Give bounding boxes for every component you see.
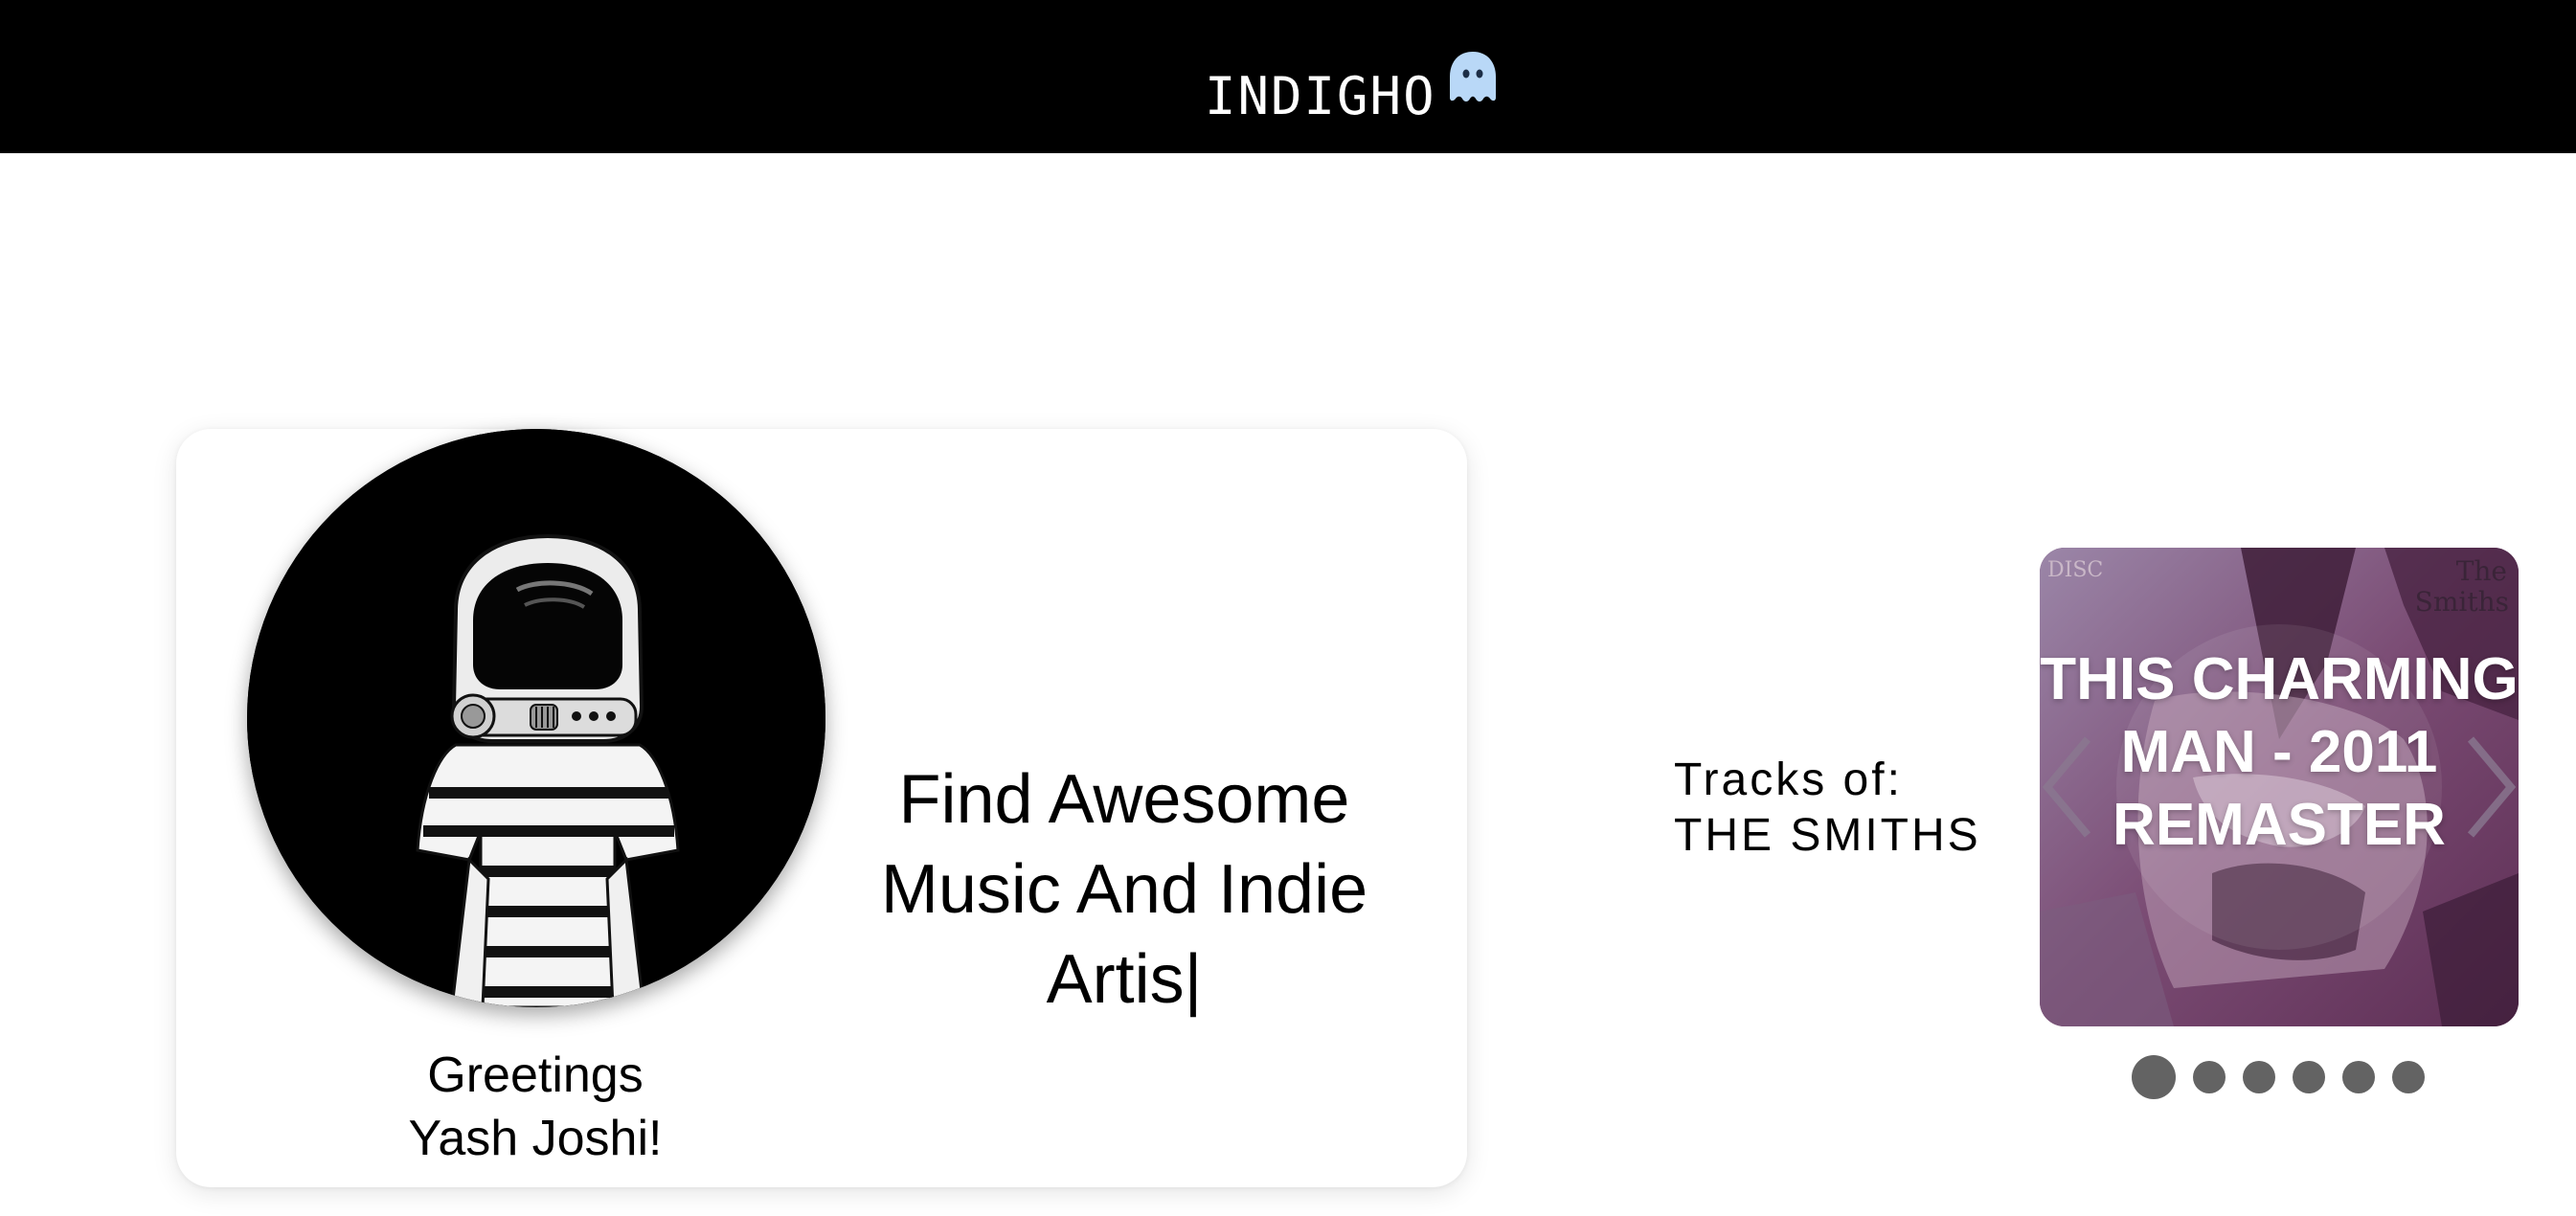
- carousel-pagination: [2132, 1055, 2425, 1099]
- hero-card: Greetings Yash Joshi! Find Awesome Music…: [176, 429, 1467, 1187]
- carousel-dot-5[interactable]: [2342, 1061, 2375, 1093]
- ghost-icon: [1449, 52, 1496, 101]
- tracks-label-prefix: Tracks of:: [1674, 754, 1903, 805]
- top-navbar: INDIGHO: [0, 0, 2576, 153]
- track-carousel[interactable]: DISC The Smiths THIS CHARMING MAN - 2011…: [2040, 548, 2519, 1026]
- astronaut-avatar: [247, 429, 825, 1007]
- hero-tagline: Find Awesome Music And Indie Artis|: [880, 761, 1368, 1018]
- carousel-dot-3[interactable]: [2243, 1061, 2275, 1093]
- track-title[interactable]: THIS CHARMING MAN - 2011 REMASTER: [2040, 643, 2519, 862]
- carousel-dot-1[interactable]: [2132, 1055, 2176, 1099]
- chevron-left-icon[interactable]: [2040, 730, 2097, 844]
- cover-label-smiths: Smiths: [2415, 586, 2509, 618]
- cover-label-the: The: [2456, 555, 2507, 587]
- cover-label-disc: DISC: [2047, 558, 2103, 582]
- chevron-right-icon[interactable]: [2461, 730, 2519, 844]
- carousel-dot-2[interactable]: [2193, 1061, 2226, 1093]
- greeting-text: Greetings Yash Joshi!: [272, 1044, 799, 1170]
- user-name: Yash Joshi!: [408, 1111, 663, 1166]
- brand-logo[interactable]: INDIGHO: [1205, 52, 1503, 126]
- brand-name: INDIGHO: [1205, 66, 1436, 126]
- greeting-line: Greetings: [427, 1047, 644, 1103]
- carousel-dot-6[interactable]: [2392, 1061, 2425, 1093]
- tracks-label: Tracks of: THE SMITHS: [1674, 753, 1981, 864]
- carousel-dot-4[interactable]: [2293, 1061, 2325, 1093]
- artist-name: THE SMITHS: [1674, 810, 1981, 861]
